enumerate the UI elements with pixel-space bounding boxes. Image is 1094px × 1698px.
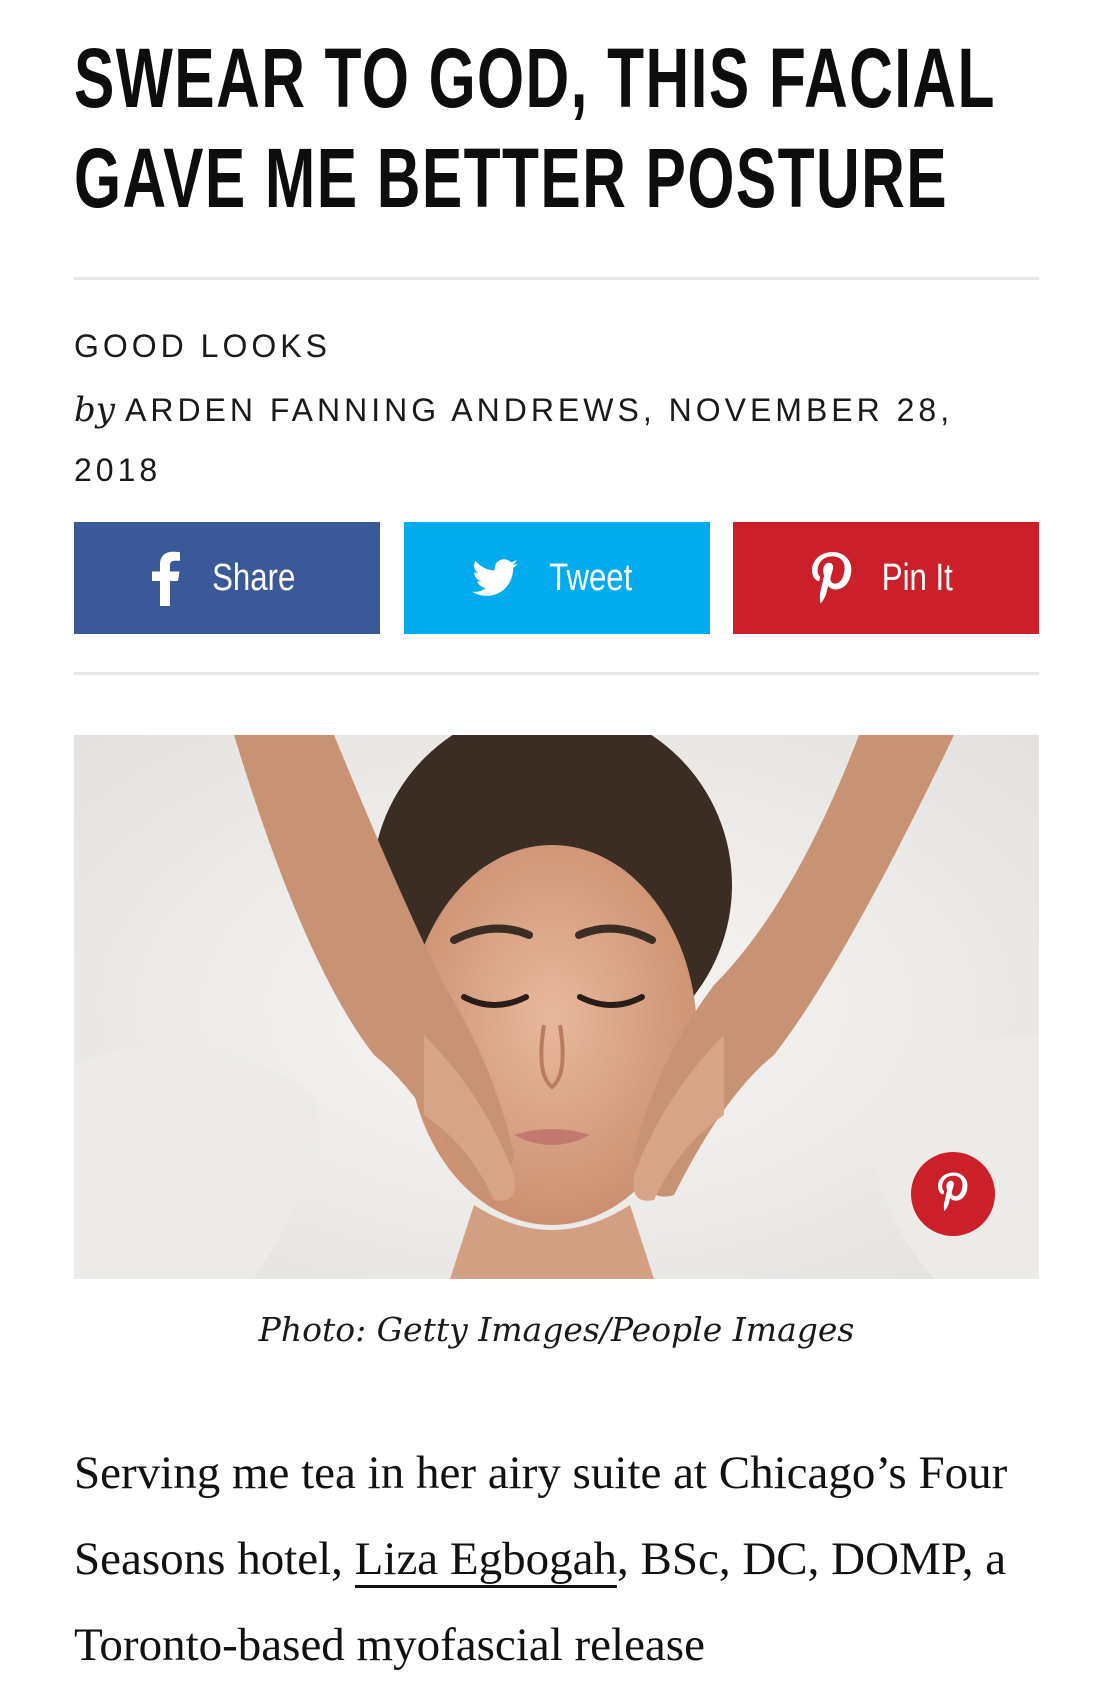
byline-prefix: by	[74, 390, 115, 430]
share-buttons: Share Tweet Pin It	[74, 522, 1039, 634]
image-pin-button[interactable]	[911, 1152, 995, 1236]
liza-egbogah-link[interactable]: Liza Egbogah	[354, 1533, 617, 1588]
twitter-share-label: Tweet	[549, 556, 633, 599]
byline: by ARDEN FANNING ANDREWS, NOVEMBER 28, 20…	[74, 380, 1014, 500]
twitter-icon	[472, 559, 519, 597]
article-headline: SWEAR TO GOD, THIS FACIAL GAVE ME BETTER…	[74, 31, 995, 225]
facebook-share-label: Share	[212, 556, 296, 599]
category-link[interactable]: GOOD LOOKS	[74, 328, 331, 365]
image-caption: Photo: Getty Images/People Images	[258, 1310, 855, 1349]
author-date[interactable]: ARDEN FANNING ANDREWS, NOVEMBER 28, 2018	[74, 392, 953, 488]
article-paragraph: Serving me tea in her airy suite at Chic…	[74, 1430, 1039, 1688]
pinterest-icon	[938, 1172, 968, 1217]
pinterest-share-button[interactable]: Pin It	[733, 522, 1039, 634]
hero-image	[74, 735, 1039, 1279]
pinterest-share-label: Pin It	[881, 556, 953, 599]
pinterest-icon	[811, 552, 852, 604]
divider	[74, 277, 1039, 280]
divider	[74, 672, 1039, 675]
facebook-icon	[149, 550, 181, 606]
facebook-share-button[interactable]: Share	[74, 522, 380, 634]
twitter-share-button[interactable]: Tweet	[404, 522, 710, 634]
